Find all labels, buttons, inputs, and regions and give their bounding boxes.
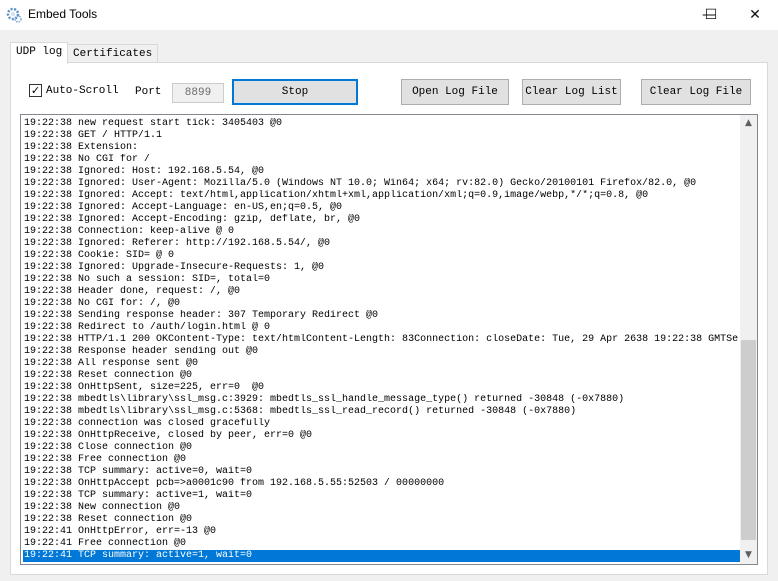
log-line[interactable]: 19:22:38 Reset connection @0 — [23, 514, 741, 526]
log-line[interactable]: 19:22:41 TCP summary: active=1, wait=0 — [23, 550, 741, 562]
scroll-down-icon[interactable]: ▼ — [740, 547, 757, 564]
log-line[interactable]: 19:22:38 Connection: keep-alive @ 0 — [23, 226, 741, 238]
open-log-file-button[interactable]: Open Log File — [401, 79, 509, 105]
log-line[interactable]: 19:22:41 OnHttpError, err=-13 @0 — [23, 526, 741, 538]
log-line[interactable]: 19:22:38 TCP summary: active=1, wait=0 — [23, 490, 741, 502]
gear-icon — [6, 7, 22, 23]
log-line[interactable]: 19:22:38 Header done, request: /, @0 — [23, 286, 741, 298]
log-line[interactable]: 19:22:38 connection was closed gracefull… — [23, 418, 741, 430]
log-list[interactable]: 19:22:38 new request start tick: 3405403… — [20, 114, 758, 565]
log-line[interactable]: 19:22:38 Ignored: Referer: http://192.16… — [23, 238, 741, 250]
title-bar: Embed Tools — ☐ ✕ — [0, 0, 778, 30]
tab-udp-log[interactable]: UDP log — [10, 42, 69, 64]
log-line[interactable]: 19:22:38 HTTP/1.1 200 OKContent-Type: te… — [23, 334, 741, 346]
log-line[interactable]: 19:22:38 OnHttpReceive, closed by peer, … — [23, 430, 741, 442]
log-line[interactable]: 19:22:38 Ignored: Host: 192.168.5.54, @0 — [23, 166, 741, 178]
clear-log-list-button[interactable]: Clear Log List — [522, 79, 621, 105]
log-line[interactable]: 19:22:38 No such a session: SID=, total=… — [23, 274, 741, 286]
auto-scroll-label: Auto-Scroll — [46, 84, 119, 97]
log-line[interactable]: 19:22:38 mbedtls\library\ssl_msg.c:3929:… — [23, 394, 741, 406]
tab-certificates[interactable]: Certificates — [67, 44, 159, 64]
log-line[interactable]: 19:22:38 OnHttpSent, size=225, err=0 @0 — [23, 382, 741, 394]
window-title: Embed Tools — [28, 7, 98, 21]
log-line[interactable]: 19:22:38 Cookie: SID= @ 0 — [23, 250, 741, 262]
log-line[interactable]: 19:22:38 Ignored: Upgrade-Insecure-Reque… — [23, 262, 741, 274]
log-line[interactable]: 19:22:38 GET / HTTP/1.1 — [23, 130, 741, 142]
log-line[interactable]: 19:22:38 No CGI for: /, @0 — [23, 298, 741, 310]
log-line[interactable]: 19:22:38 Sending response header: 307 Te… — [23, 310, 741, 322]
log-line[interactable]: 19:22:38 No CGI for / — [23, 154, 741, 166]
log-line[interactable]: 19:22:38 TCP summary: active=0, wait=0 — [23, 466, 741, 478]
log-lines: 19:22:38 new request start tick: 3405403… — [23, 118, 741, 562]
log-line[interactable]: 19:22:38 Redirect to /auth/login.html @ … — [23, 322, 741, 334]
checkmark-icon: ✓ — [29, 84, 42, 97]
port-input[interactable]: 8899 — [172, 83, 224, 103]
log-line[interactable]: 19:22:38 Ignored: Accept-Encoding: gzip,… — [23, 214, 741, 226]
log-line[interactable]: 19:22:38 Extension: — [23, 142, 741, 154]
log-line[interactable]: 19:22:38 new request start tick: 3405403… — [23, 118, 741, 130]
log-line[interactable]: 19:22:38 OnHttpAccept pcb=>a0001c90 from… — [23, 478, 741, 490]
log-line[interactable]: 19:22:38 Ignored: Accept-Language: en-US… — [23, 202, 741, 214]
log-line[interactable]: 19:22:38 Response header sending out @0 — [23, 346, 741, 358]
log-line[interactable]: 19:22:38 New connection @0 — [23, 502, 741, 514]
log-line[interactable]: 19:22:38 Free connection @0 — [23, 454, 741, 466]
auto-scroll-checkbox[interactable]: ✓ Auto-Scroll — [29, 84, 119, 97]
clear-log-file-button[interactable]: Clear Log File — [641, 79, 751, 105]
port-label: Port — [135, 86, 162, 98]
log-line[interactable]: 19:22:41 Free connection @0 — [23, 538, 741, 550]
vertical-scrollbar[interactable]: ▲ ▼ — [740, 115, 757, 564]
log-line[interactable]: 19:22:38 Ignored: Accept: text/html,appl… — [23, 190, 741, 202]
scroll-up-icon[interactable]: ▲ — [740, 115, 757, 132]
log-line[interactable]: 19:22:38 All response sent @0 — [23, 358, 741, 370]
scrollbar-thumb[interactable] — [741, 340, 756, 540]
log-line[interactable]: 19:22:38 Reset connection @0 — [23, 370, 741, 382]
stop-button[interactable]: Stop — [232, 79, 358, 105]
log-line[interactable]: 19:22:38 Close connection @0 — [23, 442, 741, 454]
log-line[interactable]: 19:22:38 Ignored: User-Agent: Mozilla/5.… — [23, 178, 741, 190]
close-button[interactable]: ✕ — [732, 0, 778, 30]
log-line[interactable]: 19:22:38 mbedtls\library\ssl_msg.c:5368:… — [23, 406, 741, 418]
maximize-button[interactable]: ☐ — [688, 0, 734, 30]
